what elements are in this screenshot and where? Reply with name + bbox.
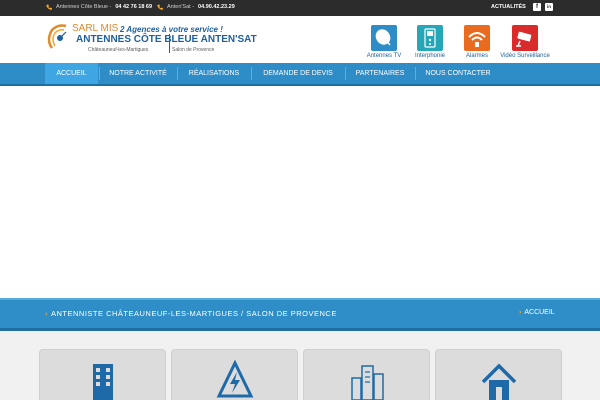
security-camera-icon (512, 25, 538, 51)
main-nav: Accueil Notre activité Réalisations Dema… (0, 63, 600, 86)
chevron-right-icon: › (519, 309, 522, 316)
logo-separator (169, 34, 170, 53)
wifi-alarm-icon (464, 25, 490, 51)
antenna-logo-icon (47, 24, 67, 49)
logo-brand-line: ANTENNES CÔTE BLEUE ANTEN'SAT (76, 34, 257, 45)
phone-name: Antennes Côte Bleue - (56, 4, 112, 10)
nav-item-partenaires[interactable]: Partenaires (346, 63, 414, 84)
card-house[interactable] (435, 349, 562, 400)
service-label: Vidéo Surveillance (500, 53, 550, 59)
card-building[interactable] (39, 349, 166, 400)
site-header: SARL MIS 2 Agences à votre service ! ANT… (0, 16, 600, 63)
house-icon (481, 363, 517, 400)
nav-item-nous-contacter[interactable]: Nous contacter (416, 63, 500, 84)
phone-number: 04 42 76 18 69 (115, 4, 153, 10)
phone-name: Anten'Sat - (167, 4, 195, 10)
phone-icon (157, 4, 163, 10)
intercom-icon (417, 25, 443, 51)
phone-antensat[interactable]: Anten'Sat - 04.90.42.23.29 (157, 4, 235, 10)
nav-item-realisations[interactable]: Réalisations (178, 63, 250, 84)
phone-antennes-cote-bleue[interactable]: Antennes Côte Bleue - 04 42 76 18 69 (46, 4, 152, 10)
page-title-band: › Antenniste Châteauneuf-les-Martigues / … (0, 298, 600, 331)
logo-tagline: 2 Agences à votre service ! (120, 25, 223, 34)
chevron-right-icon: › (45, 309, 48, 318)
linkedin-icon[interactable]: in (545, 3, 553, 11)
card-city-buildings[interactable] (303, 349, 430, 400)
card-electricity[interactable] (171, 349, 298, 400)
nav-item-demande-de-devis[interactable]: Demande de devis (252, 63, 344, 84)
satellite-dish-icon (371, 25, 397, 51)
city-buildings-icon (351, 365, 384, 400)
nav-item-accueil[interactable]: Accueil (45, 63, 98, 84)
facebook-icon[interactable]: f (533, 3, 541, 11)
electricity-icon (216, 360, 254, 398)
logo-city-right: Salon de Provence (172, 47, 215, 53)
logo-company-type: SARL MIS (72, 23, 119, 34)
site-logo[interactable]: SARL MIS 2 Agences à votre service ! ANT… (44, 20, 257, 60)
phone-icon (46, 4, 52, 10)
building-icon (93, 364, 113, 400)
hero-slider-area (0, 86, 600, 298)
logo-city-left: Châteauneuf-les-Martigues (88, 47, 149, 53)
top-bar: Antennes Côte Bleue - 04 42 76 18 69 Ant… (0, 0, 600, 16)
breadcrumb-home[interactable]: › Accueil (519, 309, 555, 316)
content-area (0, 331, 600, 400)
page-title: › Antenniste Châteauneuf-les-Martigues / … (45, 309, 337, 318)
news-link[interactable]: ACTUALITÉS (491, 4, 526, 10)
nav-item-notre-activite[interactable]: Notre activité (100, 63, 176, 84)
phone-number: 04.90.42.23.29 (198, 4, 235, 10)
